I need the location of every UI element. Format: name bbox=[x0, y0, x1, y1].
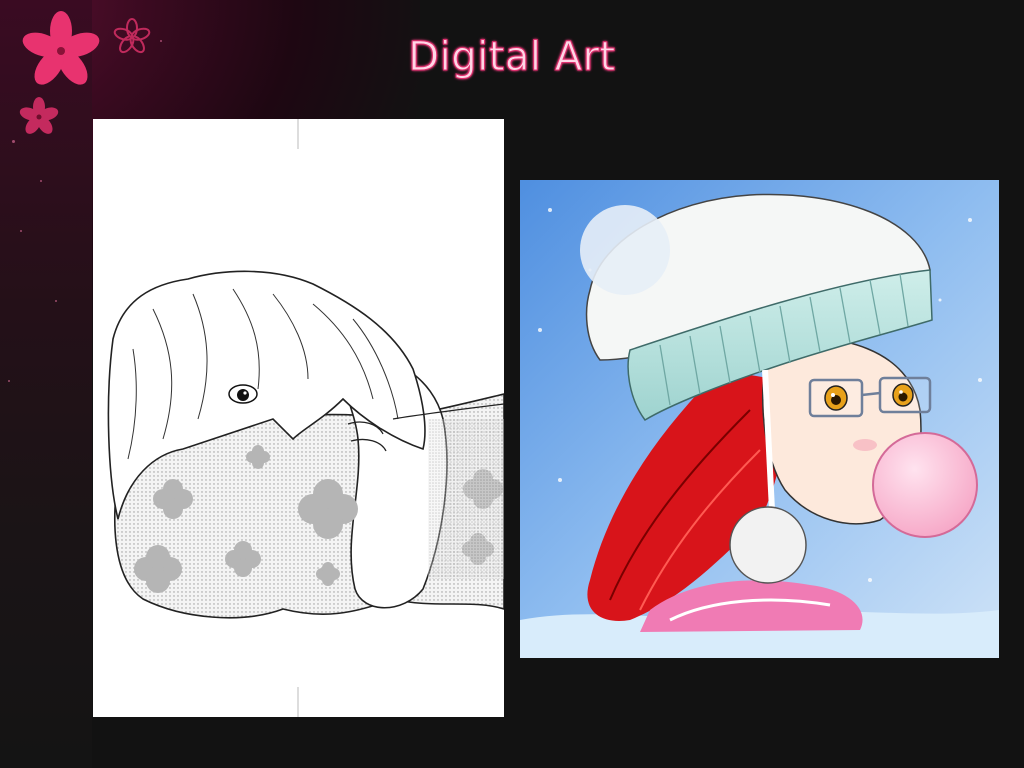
sparkle bbox=[40, 180, 42, 182]
sparkle bbox=[55, 300, 57, 302]
sparkle bbox=[12, 140, 15, 143]
manga-girl-pillow-sketch-image bbox=[107, 119, 504, 717]
sparkle bbox=[8, 380, 10, 382]
flower-icon bbox=[19, 97, 59, 134]
girl-beanie-bubblegum-image bbox=[520, 180, 999, 658]
colored-illustration-image bbox=[520, 180, 999, 658]
slide-title: Digital Art bbox=[408, 34, 616, 81]
slide: Digital Art bbox=[0, 0, 1024, 768]
sparkle bbox=[20, 230, 22, 232]
manga-sketch-image bbox=[93, 119, 504, 717]
